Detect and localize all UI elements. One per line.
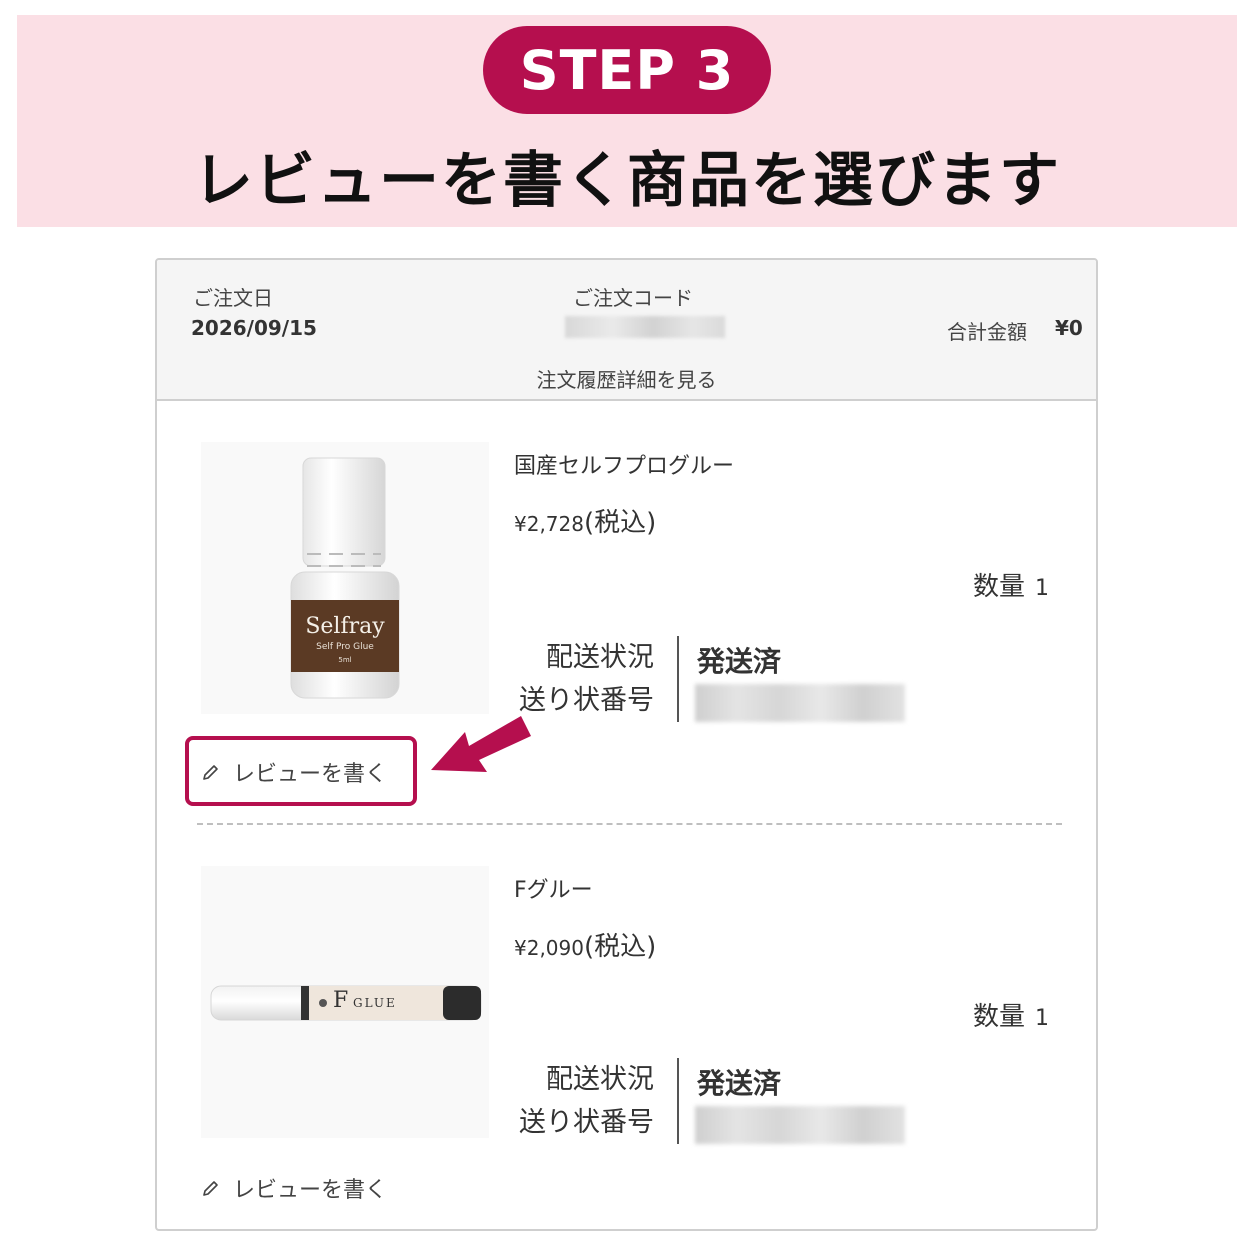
product-name[interactable]: Fグルー [514, 872, 593, 904]
total-value: ¥0 [1055, 316, 1083, 340]
quantity-value: 1 [1035, 1006, 1050, 1031]
write-review-button[interactable]: レビューを書く [201, 1172, 387, 1204]
order-detail-link[interactable]: 注文履歴詳細を見る [157, 364, 1096, 393]
pen-brand-glue: GLUE [353, 996, 397, 1010]
separator [677, 636, 679, 722]
product-image-fglue[interactable]: F GLUE [201, 866, 489, 1138]
page-title: レビューを書く商品を選びます [193, 146, 1061, 216]
product-divider [197, 823, 1062, 825]
product-price: ¥2,090(税込) [514, 926, 656, 963]
tracking-number-redacted [695, 684, 905, 722]
separator [677, 1058, 679, 1144]
pencil-icon [203, 765, 218, 780]
quantity: 数量 1 [973, 996, 1049, 1033]
product-image-selfray[interactable]: Selfray Self Pro Glue 5ml [201, 442, 489, 714]
order-code-label: ご注文コード [573, 286, 693, 310]
quantity-label: 数量 [973, 1002, 1026, 1032]
pointer-arrow-icon [431, 716, 531, 772]
product-price: ¥2,728(税込) [514, 502, 656, 539]
shipping-status: 発送済 [697, 1067, 782, 1100]
bottle-brand: Selfray [305, 614, 385, 639]
quantity: 数量 1 [973, 566, 1049, 603]
price-tax: (税込) [583, 932, 657, 962]
bottle-vol: 5ml [338, 656, 352, 664]
price-value: ¥2,090 [514, 936, 584, 960]
shipping-labels: 配送状況 送り状番号 [512, 1058, 654, 1144]
pen-brand-f: F [333, 988, 349, 1013]
step-badge: STEP 3 [483, 26, 771, 114]
order-date-value: 2026/09/15 [191, 316, 317, 340]
tracking-number-redacted [695, 1106, 905, 1144]
bottle-sub: Self Pro Glue [316, 642, 374, 652]
write-review-label: レビューを書く [233, 1178, 388, 1203]
order-header: ご注文日 2026/09/15 ご注文コード 合計金額 ¥0 注文履歴詳細を見る [157, 260, 1096, 401]
price-value: ¥2,728 [514, 512, 584, 536]
write-review-button[interactable]: レビューを書く [201, 756, 387, 788]
order-code-redacted [565, 316, 725, 338]
glue-bottle-image [290, 457, 400, 699]
product-name[interactable]: 国産セルフプログルー [514, 448, 734, 480]
total-label: 合計金額 [947, 320, 1027, 344]
shipping-status-label: 配送状況 [546, 642, 654, 673]
shipping-status: 発送済 [697, 645, 782, 678]
order-card: ご注文日 2026/09/15 ご注文コード 合計金額 ¥0 注文履歴詳細を見る… [155, 258, 1098, 1231]
quantity-label: 数量 [973, 572, 1026, 602]
write-review-label: レビューを書く [233, 762, 388, 787]
tracking-number-label: 送り状番号 [519, 1107, 654, 1138]
order-date-label: ご注文日 [193, 286, 273, 310]
shipping-status-label: 配送状況 [546, 1064, 654, 1095]
pencil-icon [203, 1181, 218, 1196]
price-tax: (税込) [583, 508, 657, 538]
quantity-value: 1 [1035, 576, 1050, 601]
